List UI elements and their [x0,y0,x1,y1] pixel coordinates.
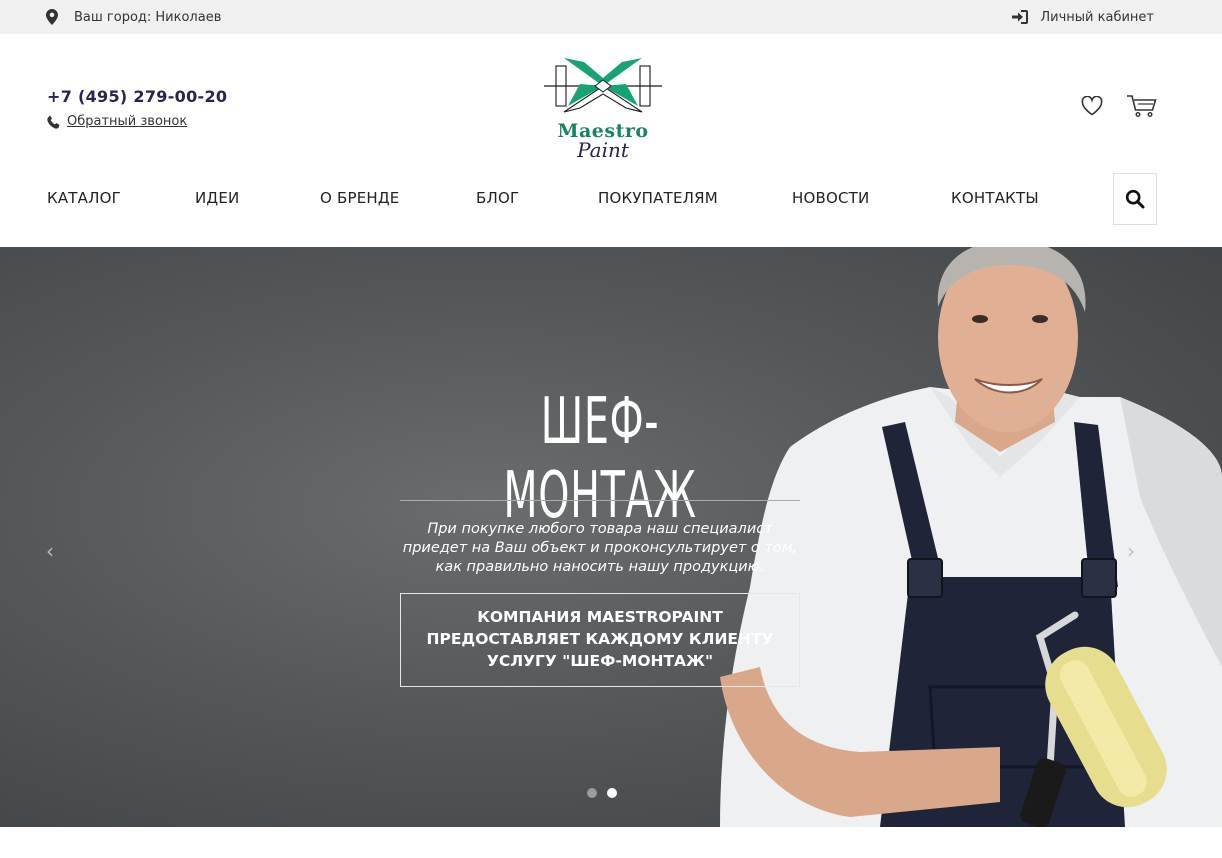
hero-description: При покупке любого товара наш специалист… [402,521,798,575]
callback-link[interactable]: Обратный звонок [47,114,187,129]
search-button[interactable] [1113,173,1157,225]
logo-text-paint: Paint [577,138,629,162]
account-label: Личный кабинет [1040,9,1154,25]
search-icon [1125,189,1145,209]
nav-item-catalog[interactable]: КАТАЛОГ [47,189,121,207]
phone-number[interactable]: +7 (495) 279-00-20 [47,87,227,106]
brand-logo[interactable]: Maestro Paint [542,54,664,166]
heart-icon[interactable] [1081,96,1103,116]
nav-item-ideas[interactable]: ИДЕИ [195,189,239,207]
nav-item-blog[interactable]: БЛОГ [476,189,519,207]
nav-item-news[interactable]: НОВОСТИ [792,189,869,207]
city-selector[interactable]: Ваш город: Николаев [46,0,221,34]
hero-divider [400,500,800,501]
nav-item-contacts[interactable]: КОНТАКТЫ [951,189,1039,207]
location-pin-icon [46,9,58,25]
slider-dot-2[interactable] [607,788,617,798]
cart-icon[interactable] [1126,94,1158,118]
hero-title: ШЕФ-МОНТАЖ [503,385,697,533]
slider-prev-arrow[interactable]: ‹ [46,539,54,563]
login-icon [1012,10,1029,24]
nav-item-buyers[interactable]: ПОКУПАТЕЛЯМ [598,189,718,207]
top-bar: Ваш город: Николаев Личный кабинет [0,0,1222,34]
page-content-start [0,827,1222,858]
city-label: Ваш город: Николаев [74,9,222,25]
hero-cta-button[interactable]: КОМПАНИЯ MAESTROPAINT ПРЕДОСТАВЛЯЕТ КАЖД… [400,593,800,687]
slider-next-arrow[interactable]: › [1127,539,1135,563]
hero-slider: ШЕФ-МОНТАЖ При покупке любого товара наш… [0,247,1222,827]
slider-dot-1[interactable] [587,788,597,798]
callback-label: Обратный звонок [67,114,188,129]
nav-item-brand[interactable]: О БРЕНДЕ [320,189,399,207]
account-link[interactable]: Личный кабинет [1012,0,1154,34]
phone-icon [47,115,60,129]
logo-emblem [544,58,662,113]
